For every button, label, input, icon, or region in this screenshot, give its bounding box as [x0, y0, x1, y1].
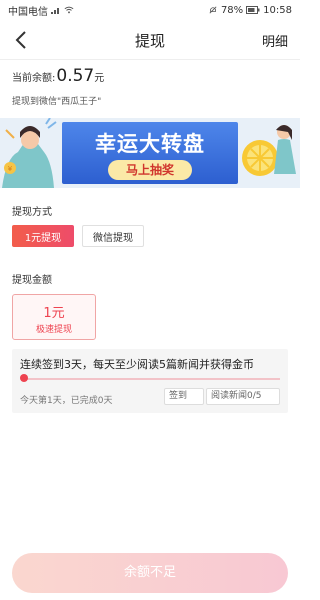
- amount-section-label: 提现金额: [12, 275, 52, 286]
- battery-icon: [246, 6, 260, 14]
- clock: 10:58: [263, 4, 292, 16]
- task-title: 连续签到3天，每天至少阅读5篇新闻并获得金币: [20, 358, 254, 371]
- nav-bar: 提现 明细: [0, 24, 300, 56]
- detail-link[interactable]: 明细: [262, 31, 288, 50]
- balance-unit: 元: [94, 73, 105, 84]
- page-title: 提现: [134, 32, 165, 50]
- nav-divider: [0, 59, 300, 60]
- carrier-label: 中国电信: [8, 6, 48, 18]
- wechat-account-line: 提现到微信"西瓜王子": [12, 97, 102, 107]
- status-bar: 中国电信 78% 10:58: [0, 0, 300, 20]
- girl-with-coin-illustration-icon: ¥: [2, 118, 57, 188]
- insufficient-balance-button[interactable]: 余额不足: [12, 553, 288, 593]
- balance-label: 当前余额:: [12, 73, 56, 84]
- method-option-wechat[interactable]: 微信提现: [82, 225, 144, 247]
- task-card: 连续签到3天，每天至少阅读5篇新闻并获得金币 今天第1天，已完成0天 签到 阅读…: [12, 349, 288, 413]
- battery-percent: 78%: [220, 4, 244, 16]
- draw-now-button[interactable]: 马上抽奖: [108, 160, 192, 180]
- task-progress-track: [24, 378, 280, 380]
- task-progress-dot: [20, 374, 28, 382]
- balance-value: 0.57: [56, 66, 95, 86]
- wifi-icon: [64, 6, 74, 14]
- amount-value: 1元: [43, 306, 65, 321]
- status-bar-left: 中国电信: [8, 3, 74, 18]
- method-options: 1元提现 微信提现: [12, 225, 144, 247]
- read-news-tag: 阅读新闻0/5: [206, 388, 280, 405]
- back-arrow-icon[interactable]: [10, 28, 34, 52]
- balance-row: 当前余额: 0.57 元: [12, 66, 104, 86]
- mute-bell-icon: [209, 6, 217, 14]
- lucky-wheel-banner[interactable]: ¥ 幸运大转盘 马上抽奖: [0, 118, 300, 188]
- method-option-1yuan[interactable]: 1元提现: [12, 225, 74, 247]
- amount-speed-label: 极速提现: [35, 325, 72, 335]
- banner-panel: 幸运大转盘 马上抽奖: [62, 122, 238, 184]
- banner-title: 幸运大转盘: [95, 132, 205, 156]
- task-status: 今天第1天，已完成0天: [20, 396, 113, 406]
- orange-slice-girl-illustration-icon: [242, 125, 296, 176]
- amount-option-card[interactable]: 1元 极速提现: [12, 294, 96, 340]
- status-bar-right: 78% 10:58: [208, 5, 292, 16]
- method-section-label: 提现方式: [12, 207, 52, 218]
- svg-text:¥: ¥: [8, 165, 13, 173]
- signal-icon: [51, 8, 59, 14]
- checkin-tag: 签到: [164, 388, 204, 405]
